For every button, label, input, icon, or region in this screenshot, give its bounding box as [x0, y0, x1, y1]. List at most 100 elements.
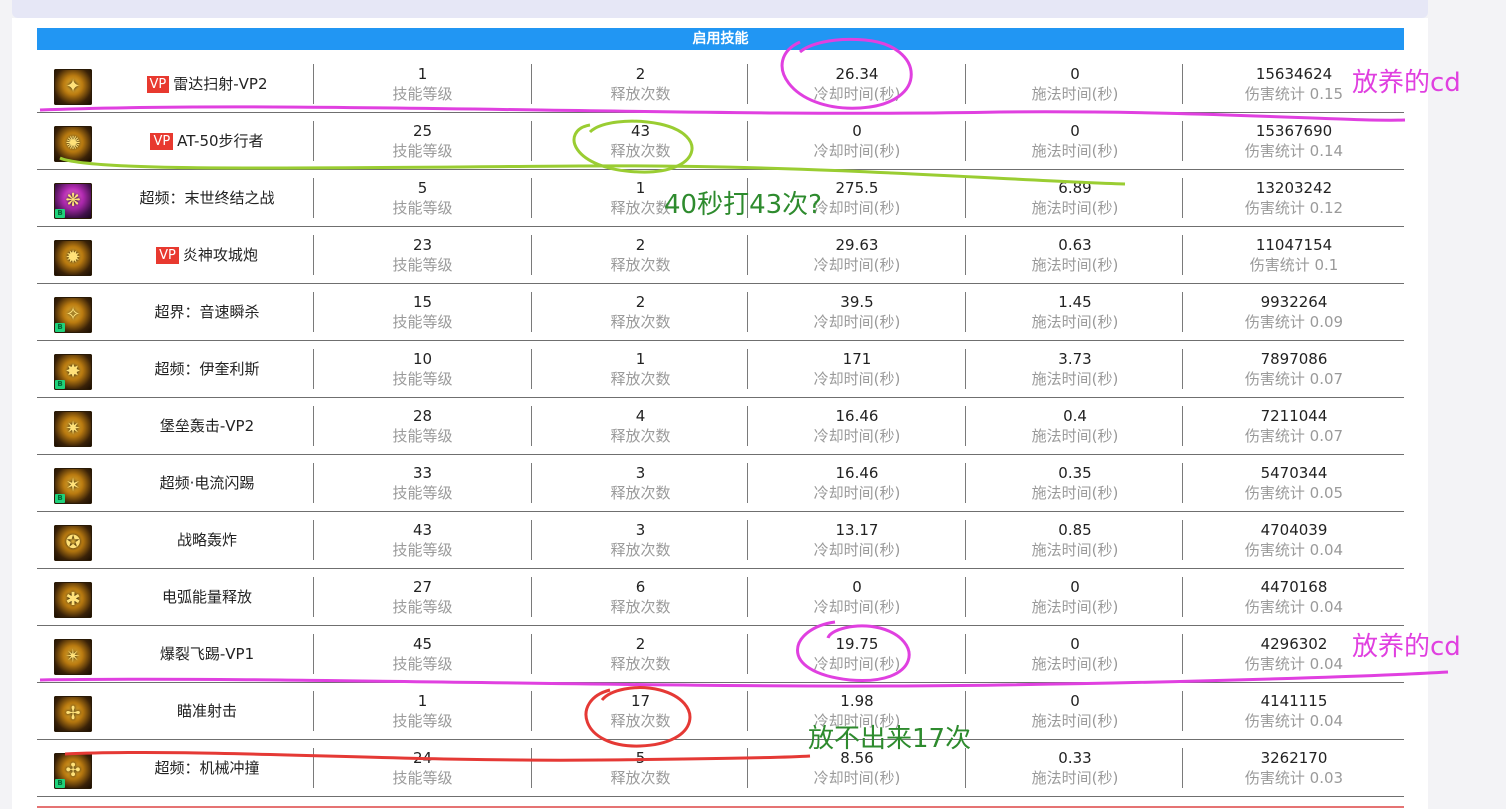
skill-row: ✸ B 超频：伊奎利斯 10 技能等级 1 释放次数 171 冷却时间(秒) 3.73 施法时间(秒…: [37, 341, 1404, 398]
cooldown-time-cell: 39.5 冷却时间(秒): [747, 292, 966, 332]
cast-time-cell: 6.89 施法时间(秒): [965, 178, 1184, 218]
skill-level-label: 技能等级: [392, 370, 453, 388]
gold-slash-icon: ✧ B: [54, 297, 92, 333]
cast-count-value: 3: [635, 464, 646, 482]
skill-badge: B: [55, 494, 65, 503]
cooldown-time-value: 1.98: [840, 692, 874, 710]
skill-level-value: 33: [412, 464, 433, 482]
skill-name-text: 战略轰炸: [176, 531, 237, 549]
cooldown-time-label: 冷却时间(秒): [813, 598, 901, 616]
cooldown-time-cell: 171 冷却时间(秒): [747, 349, 966, 389]
damage-total-value: 7211044: [1260, 407, 1328, 425]
damage-total-cell: 3262170 伤害统计 0.03: [1182, 748, 1405, 788]
skill-name-text: 堡垒轰击-VP2: [159, 417, 255, 435]
gold-beam-icon: ✸ B: [54, 354, 92, 390]
cast-count-label: 释放次数: [610, 484, 671, 502]
damage-total-value: 13203242: [1255, 179, 1333, 197]
damage-total-label: 伤害统计 0.14: [1244, 142, 1344, 160]
cast-count-cell: 6 释放次数: [531, 577, 749, 617]
cast-count-cell: 2 释放次数: [531, 235, 749, 275]
skill-row: ✦ VP 雷达扫射-VP2 1 技能等级 2 释放次数 26.34 冷却时间(秒) 0 施法时间(秒…: [37, 56, 1404, 113]
cast-time-label: 施法时间(秒): [1031, 370, 1119, 388]
damage-total-label: 伤害统计 0.04: [1244, 541, 1344, 559]
cooldown-time-label: 冷却时间(秒): [813, 85, 901, 103]
cast-count-cell: 2 释放次数: [531, 292, 749, 332]
cooldown-time-value: 39.5: [840, 293, 874, 311]
skill-level-value: 43: [412, 521, 433, 539]
cast-count-label: 释放次数: [610, 85, 671, 103]
damage-total-label: 伤害统计 0.1: [1249, 256, 1339, 274]
skill-level-value: 25: [412, 122, 433, 140]
skill-name-text: 瞄准射击: [176, 702, 237, 720]
cast-time-cell: 0 施法时间(秒): [965, 691, 1184, 731]
cast-count-label: 释放次数: [610, 598, 671, 616]
cast-time-label: 施法时间(秒): [1031, 541, 1119, 559]
cooldown-time-value: 29.63: [835, 236, 879, 254]
cooldown-time-label: 冷却时间(秒): [813, 769, 901, 787]
cast-count-value: 43: [630, 122, 651, 140]
cooldown-time-cell: 26.34 冷却时间(秒): [747, 64, 966, 104]
annotation-fail: 放不出来17次: [808, 724, 972, 754]
gold-arc-icon: ✱: [54, 582, 92, 618]
cast-time-value: 1.45: [1058, 293, 1092, 311]
skill-level-cell: 1 技能等级: [313, 691, 531, 731]
skill-level-value: 23: [412, 236, 433, 254]
damage-total-value: 5470344: [1260, 464, 1328, 482]
skill-name-text: 炎神攻城炮: [182, 246, 258, 264]
skill-name-text: 超频：伊奎利斯: [154, 360, 260, 378]
gold-walker-icon: ✺: [54, 126, 92, 162]
cooldown-time-cell: 19.75 冷却时间(秒): [747, 634, 966, 674]
cast-time-label: 施法时间(秒): [1031, 769, 1119, 787]
damage-total-cell: 11047154 伤害统计 0.1: [1182, 235, 1405, 275]
skill-level-cell: 25 技能等级: [313, 121, 531, 161]
damage-total-cell: 9932264 伤害统计 0.09: [1182, 292, 1405, 332]
cast-time-value: 0.63: [1058, 236, 1092, 254]
skill-level-cell: 5 技能等级: [313, 178, 531, 218]
skill-name: 战略轰炸: [107, 512, 307, 568]
skill-level-value: 5: [417, 179, 428, 197]
skill-name-text: 超频·电流闪踢: [159, 474, 255, 492]
purple-explosion-icon: ❋ B: [54, 183, 92, 219]
cast-count-value: 1: [635, 350, 646, 368]
skill-level-cell: 1 技能等级: [313, 64, 531, 104]
cast-count-value: 2: [635, 293, 646, 311]
skill-name: VP 雷达扫射-VP2: [107, 56, 307, 112]
cast-count-label: 释放次数: [610, 427, 671, 445]
cast-time-cell: 0 施法时间(秒): [965, 64, 1184, 104]
cast-time-label: 施法时间(秒): [1031, 142, 1119, 160]
skill-level-label: 技能等级: [392, 427, 453, 445]
damage-total-label: 伤害统计 0.05: [1244, 484, 1344, 502]
cast-count-label: 释放次数: [610, 370, 671, 388]
skill-level-value: 28: [412, 407, 433, 425]
cast-time-value: 0: [1070, 65, 1080, 83]
skill-level-cell: 15 技能等级: [313, 292, 531, 332]
skill-name-text: 电弧能量释放: [161, 588, 252, 606]
skill-name-text: AT-50步行者: [177, 132, 264, 150]
damage-total-value: 4704039: [1260, 521, 1328, 539]
cast-time-value: 0: [1070, 692, 1080, 710]
damage-total-cell: 4141115 伤害统计 0.04: [1182, 691, 1405, 731]
skill-badge: B: [55, 209, 65, 218]
damage-total-value: 11047154: [1255, 236, 1333, 254]
damage-total-value: 4470168: [1260, 578, 1328, 596]
skill-name: 堡垒轰击-VP2: [107, 398, 307, 454]
cast-count-value: 6: [635, 578, 646, 596]
skill-name-text: 超频：末世终结之战: [139, 189, 275, 207]
skill-level-label: 技能等级: [392, 256, 453, 274]
cast-time-value: 0: [1070, 635, 1080, 653]
cooldown-time-label: 冷却时间(秒): [813, 655, 901, 673]
cast-count-value: 2: [635, 65, 646, 83]
cast-count-cell: 2 释放次数: [531, 64, 749, 104]
skill-name: 爆裂飞踢-VP1: [107, 626, 307, 682]
cast-time-cell: 0 施法时间(秒): [965, 577, 1184, 617]
cast-time-label: 施法时间(秒): [1031, 199, 1119, 217]
cooldown-time-cell: 0 冷却时间(秒): [747, 121, 966, 161]
cast-time-cell: 0.85 施法时间(秒): [965, 520, 1184, 560]
cast-time-label: 施法时间(秒): [1031, 655, 1119, 673]
cooldown-time-cell: 29.63 冷却时间(秒): [747, 235, 966, 275]
cooldown-time-value: 16.46: [835, 464, 879, 482]
damage-total-label: 伤害统计 0.04: [1244, 712, 1344, 730]
skill-name: VP 炎神攻城炮: [107, 227, 307, 283]
skill-name: 超频·电流闪踢: [107, 455, 307, 511]
skill-badge: B: [55, 380, 65, 389]
